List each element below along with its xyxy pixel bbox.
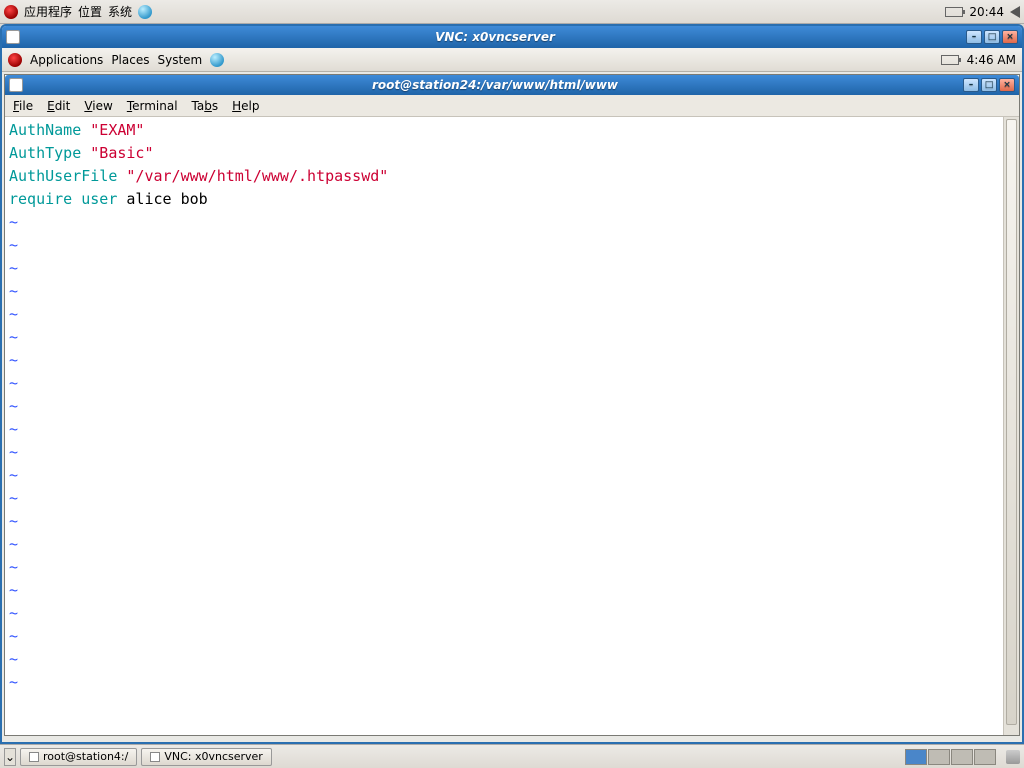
gnome-menu-places[interactable]: Places [111,53,149,67]
bottom-taskbar: ⌄ root@station4:/ VNC: x0vncserver [0,744,1024,768]
vim-tilde: ~ [9,305,18,323]
vim-tilde: ~ [9,282,18,300]
window-icon [6,30,20,44]
gnome-clock[interactable]: 4:46 AM [967,53,1016,67]
terminal-minimize-button[interactable]: – [963,78,979,92]
vim-tilde: ~ [9,443,18,461]
vim-tilde: ~ [9,213,18,231]
workspace-switcher[interactable] [905,749,996,765]
vnc-window: VNC: x0vncserver – □ × Applications Plac… [0,24,1024,744]
vnc-title: VNC: x0vncserver [24,30,966,44]
vim-tilde: ~ [9,236,18,254]
vim-tilde: ~ [9,581,18,599]
trash-icon[interactable] [1006,750,1020,764]
taskbar-item-vnc[interactable]: VNC: x0vncserver [141,748,272,766]
taskbar-label: VNC: x0vncserver [164,750,263,763]
speaker-icon[interactable] [1010,6,1020,18]
host-top-panel: 应用程序 位置 系统 20:44 [0,0,1024,24]
vim-tilde: ~ [9,512,18,530]
kw-require: require user [9,190,117,208]
str-path: "/var/www/html/www/.htpasswd" [126,167,388,185]
host-clock[interactable]: 20:44 [969,5,1004,19]
battery-icon[interactable] [941,55,959,65]
workspace-1[interactable] [905,749,927,765]
workspace-4[interactable] [974,749,996,765]
vim-tilde: ~ [9,420,18,438]
workspace-3[interactable] [951,749,973,765]
battery-icon[interactable] [945,7,963,17]
vim-tilde: ~ [9,466,18,484]
menu-file[interactable]: File [13,99,33,113]
vim-tilde: ~ [9,650,18,668]
menu-view[interactable]: View [84,99,112,113]
menu-tabs[interactable]: Tabs [192,99,219,113]
str-basic: "Basic" [90,144,153,162]
vim-tilde: ~ [9,351,18,369]
vim-tilde: ~ [9,397,18,415]
terminal-close-button[interactable]: × [999,78,1015,92]
redhat-icon [4,5,18,19]
host-menu-places[interactable]: 位置 [78,3,102,20]
vim-tilde: ~ [9,535,18,553]
menu-terminal[interactable]: Terminal [127,99,178,113]
scrollbar-thumb[interactable] [1006,119,1017,725]
maximize-button[interactable]: □ [984,30,1000,44]
taskbar-label: root@station4:/ [43,750,128,763]
terminal-maximize-button[interactable]: □ [981,78,997,92]
terminal-icon [29,752,39,762]
txt-users: alice bob [117,190,207,208]
redhat-icon [8,53,22,67]
vim-tilde: ~ [9,627,18,645]
host-menu-applications[interactable]: 应用程序 [24,3,72,20]
gnome-top-panel: Applications Places System 4:46 AM [2,48,1022,72]
terminal-body[interactable]: AuthName "EXAM" AuthType "Basic" AuthUse… [5,117,1003,735]
vim-tilde: ~ [9,328,18,346]
str-exam: "EXAM" [90,121,144,139]
vim-tilde: ~ [9,673,18,691]
kw-authuserfile: AuthUserFile [9,167,117,185]
terminal-window: root@station24:/var/www/html/www – □ × F… [4,74,1020,736]
show-desktop-button[interactable]: ⌄ [4,748,16,766]
close-button[interactable]: × [1002,30,1018,44]
vim-tilde: ~ [9,489,18,507]
taskbar-item-terminal[interactable]: root@station4:/ [20,748,137,766]
minimize-button[interactable]: – [966,30,982,44]
globe-icon[interactable] [138,5,152,19]
terminal-menubar: File Edit View Terminal Tabs Help [5,95,1019,117]
globe-icon[interactable] [210,53,224,67]
workspace-2[interactable] [928,749,950,765]
host-menu-system[interactable]: 系统 [108,3,132,20]
terminal-scrollbar[interactable] [1003,117,1019,735]
kw-authtype: AuthType [9,144,81,162]
gnome-menu-system[interactable]: System [157,53,202,67]
terminal-titlebar[interactable]: root@station24:/var/www/html/www – □ × [5,75,1019,95]
gnome-menu-applications[interactable]: Applications [30,53,103,67]
vnc-titlebar[interactable]: VNC: x0vncserver – □ × [2,26,1022,48]
menu-help[interactable]: Help [232,99,259,113]
vim-tilde: ~ [9,558,18,576]
kw-authname: AuthName [9,121,81,139]
window-icon [150,752,160,762]
vim-tilde: ~ [9,259,18,277]
vim-tilde: ~ [9,604,18,622]
terminal-icon [9,78,23,92]
terminal-title: root@station24:/var/www/html/www [27,78,963,92]
vim-tilde: ~ [9,374,18,392]
menu-edit[interactable]: Edit [47,99,70,113]
